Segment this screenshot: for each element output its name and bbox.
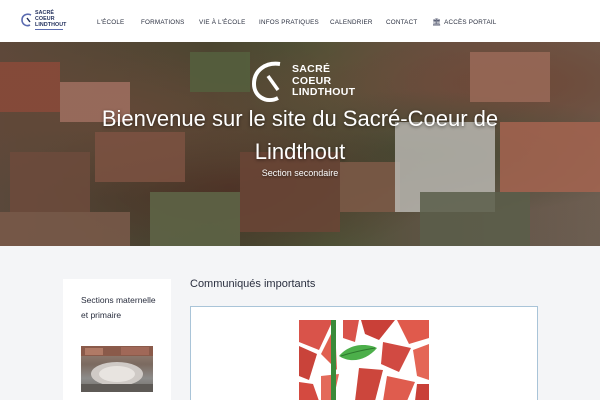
hero-logo-line-3: LINDTHOUT [292, 86, 356, 98]
playground-photo [81, 346, 153, 392]
hero-logo-mark-icon [251, 61, 281, 103]
nav-item-infos-pratiques[interactable]: INFOS PRATIQUES [259, 19, 319, 26]
red-collage-image [299, 320, 429, 400]
sections-card-image[interactable] [81, 346, 153, 392]
hero-banner: SACRÉ COEUR LINDTHOUT Bienvenue sur le s… [0, 42, 600, 246]
sections-card-title[interactable]: Sections maternelle et primaire [81, 293, 161, 323]
nav-item-ecole[interactable]: L'ÉCOLE [97, 19, 124, 26]
site-header: SACRÉ COEUR LINDTHOUT L'ÉCOLE FORMATIONS… [0, 0, 600, 42]
site-logo[interactable]: SACRÉ COEUR LINDTHOUT [19, 10, 69, 32]
nav-item-calendrier[interactable]: CALENDRIER [330, 19, 373, 26]
hero-logo: SACRÉ COEUR LINDTHOUT [250, 60, 360, 108]
portal-label: ACCÈS PORTAIL [444, 19, 497, 26]
hero-logo-line-1: SACRÉ [292, 63, 331, 75]
section-title: Communiqués importants [190, 278, 316, 290]
hero-title: Bienvenue sur le site du Sacré-Coeur de … [101, 106, 499, 164]
logo-underline [35, 29, 63, 30]
sections-card[interactable]: Sections maternelle et primaire [63, 279, 171, 400]
communique-card[interactable] [190, 306, 538, 400]
hero-logo-text: SACRÉ COEUR LINDTHOUT [292, 63, 356, 99]
nav-item-vie-ecole[interactable]: VIE À L'ÉCOLE [199, 19, 246, 26]
nav-item-formations[interactable]: FORMATIONS [141, 19, 185, 26]
nav-item-contact[interactable]: CONTACT [386, 19, 417, 26]
logo-line-3: LINDTHOUT [35, 22, 67, 28]
logo-text: SACRÉ COEUR LINDTHOUT [35, 10, 67, 28]
communique-image[interactable] [299, 320, 429, 400]
nav-item-acces-portail[interactable]: 🏛 ACCÈS PORTAIL [432, 18, 497, 26]
house-icon: 🏛 [432, 19, 442, 26]
hero-subtitle: Section secondaire [261, 168, 339, 178]
logo-mark-icon [21, 13, 32, 27]
